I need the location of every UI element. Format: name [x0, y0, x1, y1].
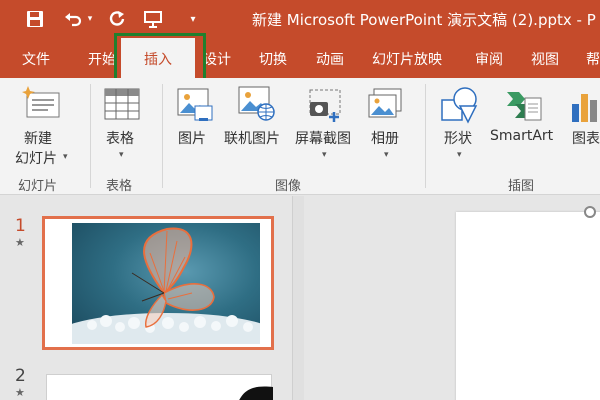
online-picture-label[interactable]: 联机图片 [224, 128, 280, 148]
rotate-handle[interactable] [584, 206, 596, 218]
tab-transitions[interactable]: 切换 [259, 49, 287, 69]
slide-editing-area [304, 196, 600, 400]
online-picture-icon[interactable] [238, 86, 276, 126]
chart-label[interactable]: 图表 [572, 128, 600, 148]
ribbon-tabs: 文件 开始 插入 设计 切换 动画 幻灯片放映 审阅 视图 帮 [0, 38, 600, 78]
slide-canvas[interactable] [456, 212, 600, 400]
picture-label[interactable]: 图片 [178, 128, 206, 148]
group-label-slides: 幻灯片 [18, 179, 58, 194]
document-title: 新建 Microsoft PowerPoint 演示文稿 (2).pptx - … [252, 11, 596, 29]
redo-icon[interactable] [106, 8, 128, 30]
tab-help[interactable]: 帮 [586, 49, 600, 69]
star-icon: ★ [15, 236, 25, 249]
photo-album-label[interactable]: 相册 [371, 128, 399, 148]
tab-animations[interactable]: 动画 [316, 49, 344, 69]
screenshot-icon[interactable] [308, 88, 344, 126]
new-slide-icon[interactable] [22, 86, 62, 124]
star-icon: ★ [15, 386, 25, 399]
tab-file[interactable]: 文件 [22, 49, 50, 69]
picture-icon[interactable] [177, 88, 213, 126]
ribbon-separator [90, 84, 91, 188]
tab-review[interactable]: 审阅 [475, 49, 503, 69]
shapes-label[interactable]: 形状 [444, 128, 472, 148]
ribbon-separator [162, 84, 163, 188]
tab-view[interactable]: 视图 [531, 49, 559, 69]
presentation-icon[interactable] [142, 8, 164, 30]
smartart-label[interactable]: SmartArt [490, 128, 553, 144]
title-bar: ▾ ▾ 新建 Microsoft PowerPoint 演示文稿 (2).ppt… [0, 0, 600, 38]
tab-design[interactable]: 设计 [203, 49, 231, 69]
tab-slideshow[interactable]: 幻灯片放映 [372, 49, 442, 69]
screenshot-dropdown-icon[interactable]: ▾ [322, 150, 327, 160]
new-slide-dropdown-icon[interactable]: ▾ [63, 152, 68, 162]
smartart-icon[interactable] [505, 90, 543, 126]
ribbon-separator [425, 84, 426, 188]
ribbon-panel: 新建 幻灯片 ▾ 幻灯片 表格 ▾ 表格 图片 联机图片 屏幕截图 ▾ 相册 ▾… [0, 78, 600, 195]
photo-album-icon[interactable] [368, 88, 402, 124]
butterfly-image [72, 223, 260, 344]
undo-dropdown-icon[interactable]: ▾ [84, 8, 96, 30]
chart-icon[interactable] [570, 90, 600, 126]
group-label-illustrations: 插图 [508, 179, 535, 194]
table-label[interactable]: 表格 [106, 128, 134, 148]
slide-number: 2 [15, 366, 26, 386]
new-slide-label-line1[interactable]: 新建 [24, 128, 52, 148]
save-icon[interactable] [24, 8, 46, 30]
photo-album-dropdown-icon[interactable]: ▾ [384, 150, 389, 160]
undo-icon[interactable] [62, 8, 84, 30]
slide-thumbnail-2[interactable] [46, 374, 273, 400]
new-slide-label-line2[interactable]: 幻灯片 [15, 148, 57, 168]
slide-number: 1 [15, 216, 26, 236]
group-label-images: 图像 [275, 179, 302, 194]
screenshot-label[interactable]: 屏幕截图 [295, 128, 351, 148]
panel-divider[interactable] [292, 196, 304, 400]
slide-thumbnails-panel: 1 ★ 2 ★ [0, 196, 290, 400]
table-dropdown-icon[interactable]: ▾ [119, 150, 124, 160]
shapes-icon[interactable] [440, 86, 480, 128]
customize-qat-icon[interactable]: ▾ [182, 8, 204, 30]
tab-home[interactable]: 开始 [88, 49, 116, 69]
table-icon[interactable] [104, 88, 140, 124]
slide-thumbnail-1[interactable] [42, 216, 274, 350]
shapes-dropdown-icon[interactable]: ▾ [457, 150, 462, 160]
group-label-tables: 表格 [106, 179, 133, 194]
